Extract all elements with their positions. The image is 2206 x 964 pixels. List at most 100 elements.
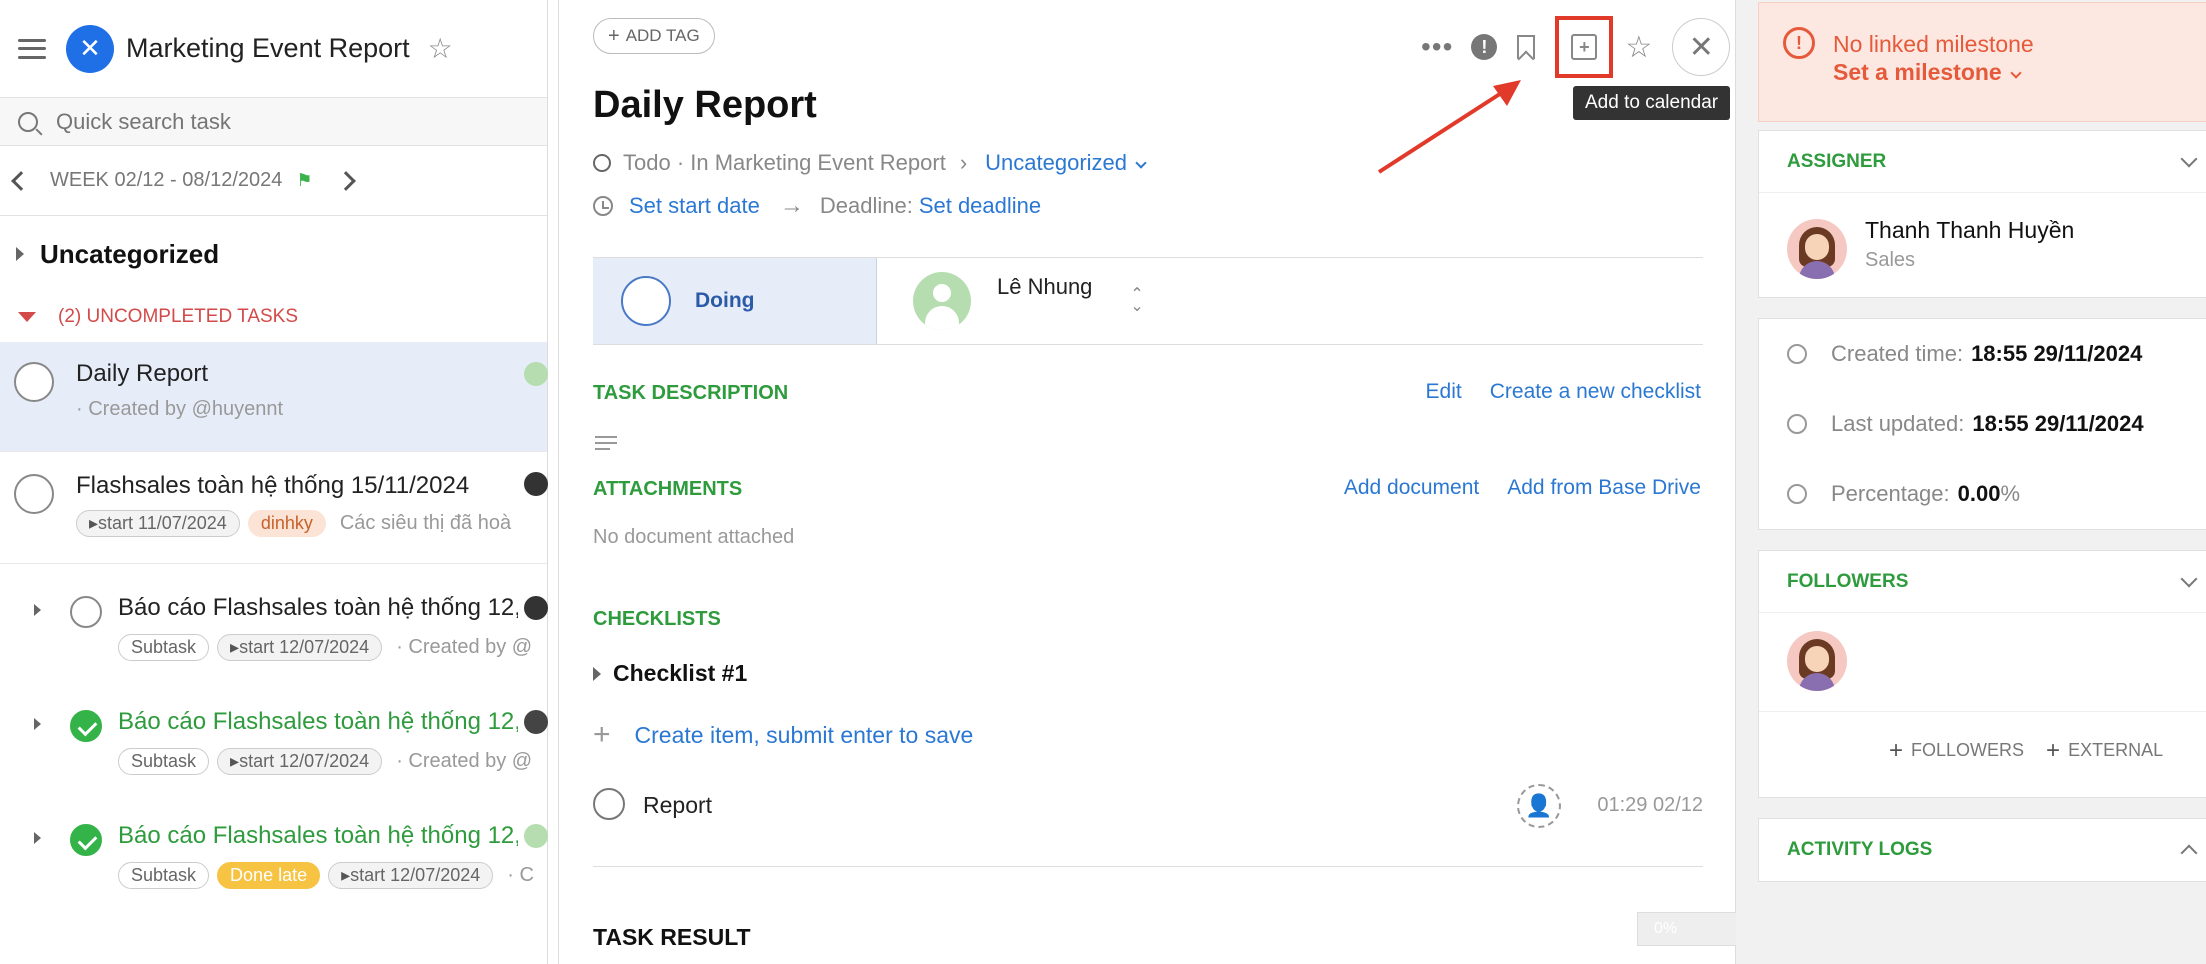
assigner-label: ASSIGNER <box>1787 150 1887 172</box>
task-meta: Subtask start 12/07/2024 · Created by @ <box>118 634 532 661</box>
create-item-input[interactable]: + Create item, submit enter to save <box>593 718 973 752</box>
start-date-chip: start 12/07/2024 <box>217 634 383 661</box>
expand-icon[interactable] <box>16 247 24 261</box>
category-dropdown[interactable]: Uncategorized <box>985 150 1147 176</box>
checklist-header[interactable]: Checklist #1 <box>593 660 747 687</box>
avatar <box>1787 219 1847 279</box>
followers-header[interactable]: FOLLOWERS <box>1759 551 2206 613</box>
chevron-up-icon[interactable] <box>2180 844 2198 862</box>
attachments-label: ATTACHMENTS <box>593 478 743 500</box>
chevron-down-icon <box>1135 157 1147 169</box>
priority-icon[interactable]: ! <box>1471 34 1498 60</box>
sort-updown-icon[interactable]: ⌃ ⌄ <box>1130 287 1143 315</box>
set-milestone-dropdown[interactable]: Set a milestone <box>1833 59 2022 86</box>
no-document-text: No document attached <box>593 526 795 548</box>
clock-icon <box>593 196 613 216</box>
set-start-date-link[interactable]: Set start date <box>629 193 760 219</box>
subtask-item[interactable]: Báo cáo Flashsales toàn hệ thống 12, Sub… <box>0 564 548 680</box>
task-item[interactable]: Daily Report · Created by @huyennt <box>0 342 548 452</box>
doing-status-button[interactable]: Doing <box>593 258 877 344</box>
add-followers-label: FOLLOWERS <box>1911 740 2025 760</box>
status-circle-icon <box>621 276 671 326</box>
task-meta: Subtask Done late start 12/07/2024 · C <box>118 862 534 889</box>
status-text: Todo · In Marketing Event Report <box>623 150 946 175</box>
week-label[interactable]: WEEK 02/12 - 08/12/2024 <box>50 169 282 192</box>
percentage-unit: % <box>2000 481 2021 506</box>
divider <box>593 866 1703 867</box>
add-document-link[interactable]: Add document <box>1344 476 1479 500</box>
quick-search <box>0 98 547 146</box>
avatar <box>1787 631 1847 691</box>
task-title: Daily Report <box>76 360 209 387</box>
star-icon[interactable]: ☆ <box>428 32 453 65</box>
assignee-selector[interactable]: Lê Nhung ⌃ ⌄ <box>913 272 1144 330</box>
task-title: Báo cáo Flashsales toàn hệ thống 12, <box>118 594 518 621</box>
collapse-icon[interactable] <box>18 312 36 322</box>
check-circle-icon <box>1787 484 1807 504</box>
star-icon[interactable]: ☆ <box>1625 30 1652 65</box>
search-input[interactable] <box>56 108 516 135</box>
group-title: Uncategorized <box>40 238 220 269</box>
bookmark-icon[interactable] <box>1517 35 1536 59</box>
task-detail-panel: + ADD TAG ••• ! + ☆ ✕ Add to calendar Da… <box>558 0 1821 964</box>
task-title: Báo cáo Flashsales toàn hệ thống 12, <box>118 708 518 735</box>
group-header[interactable]: Uncategorized <box>0 216 547 292</box>
expand-icon[interactable] <box>593 666 601 681</box>
last-updated-row: Last updated: 18:55 29/11/2024 <box>1787 411 2144 437</box>
chevron-down-icon[interactable] <box>2180 150 2198 168</box>
add-external-button[interactable]: + EXTERNAL <box>2046 735 2164 764</box>
close-icon[interactable]: ✕ <box>1672 18 1731 76</box>
assign-user-icon[interactable]: 👤 <box>1517 784 1561 828</box>
task-note: · C <box>507 864 534 886</box>
add-from-drive-link[interactable]: Add from Base Drive <box>1507 476 1701 500</box>
expand-icon[interactable] <box>34 832 41 844</box>
add-external-label: EXTERNAL <box>2068 740 2164 760</box>
status-ring-icon <box>593 154 611 172</box>
tag-chip[interactable]: dinhky <box>247 510 326 537</box>
create-checklist-link[interactable]: Create a new checklist <box>1490 380 1701 404</box>
avatar <box>913 272 971 330</box>
checklist-item-checkbox[interactable] <box>593 788 625 820</box>
annotation-arrow <box>1377 80 1521 174</box>
created-time-value: 18:55 29/11/2024 <box>1971 341 2143 366</box>
next-week-icon[interactable] <box>335 170 356 191</box>
task-creator: · Created by @huyennt <box>76 398 284 420</box>
task-checkbox-done[interactable] <box>70 710 102 742</box>
set-deadline-link[interactable]: Set deadline <box>919 193 1041 219</box>
task-title-heading[interactable]: Daily Report <box>593 84 817 127</box>
created-time-row: Created time: 18:55 29/11/2024 <box>1787 341 2142 367</box>
subtask-item[interactable]: Báo cáo Flashsales toàn hệ thống 12, Sub… <box>0 796 548 908</box>
add-to-calendar-button[interactable]: + <box>1555 16 1614 78</box>
assignee-name: Lê Nhung <box>997 274 1093 299</box>
more-options-icon[interactable]: ••• <box>1421 31 1453 63</box>
uncompleted-header[interactable]: (2) UNCOMPLETED TASKS <box>0 292 547 342</box>
chevron-down-icon[interactable] <box>2180 570 2198 588</box>
menu-icon[interactable] <box>18 38 46 59</box>
edit-link[interactable]: Edit <box>1426 380 1462 404</box>
subtask-chip: Subtask <box>118 748 210 775</box>
subtask-item[interactable]: Báo cáo Flashsales toàn hệ thống 12, Sub… <box>0 680 548 796</box>
task-checkbox[interactable] <box>70 596 102 628</box>
checklist-item-name[interactable]: Report <box>643 792 712 819</box>
task-item[interactable]: Flashsales toàn hệ thống 15/11/2024 star… <box>0 452 548 564</box>
assigner-header[interactable]: ASSIGNER <box>1759 131 2206 193</box>
plus-icon: + <box>593 718 611 751</box>
chevron-down-icon <box>2010 67 2022 79</box>
set-milestone-label: Set a milestone <box>1833 59 2002 85</box>
app-logo-icon: ✕ <box>66 24 114 73</box>
task-checkbox[interactable] <box>14 474 54 514</box>
expand-icon[interactable] <box>34 718 41 730</box>
expand-icon[interactable] <box>34 604 41 616</box>
start-date-chip: start 11/07/2024 <box>76 510 240 537</box>
task-checkbox[interactable] <box>14 362 54 402</box>
status-line: Todo · In Marketing Event Report › Uncat… <box>593 150 1147 176</box>
task-checkbox-done[interactable] <box>70 824 102 856</box>
activity-logs-header[interactable]: ACTIVITY LOGS <box>1759 819 2206 881</box>
progress-value: 0% <box>1654 920 1678 937</box>
prev-week-icon[interactable] <box>11 170 31 191</box>
milestone-card: ! No linked milestone Set a milestone <box>1758 2 2206 122</box>
date-line: Set start date → Deadline: Set deadline <box>593 192 1041 220</box>
add-followers-button[interactable]: + FOLLOWERS <box>1889 735 2025 764</box>
doing-label: Doing <box>695 289 755 312</box>
add-tag-button[interactable]: + ADD TAG <box>593 18 715 54</box>
